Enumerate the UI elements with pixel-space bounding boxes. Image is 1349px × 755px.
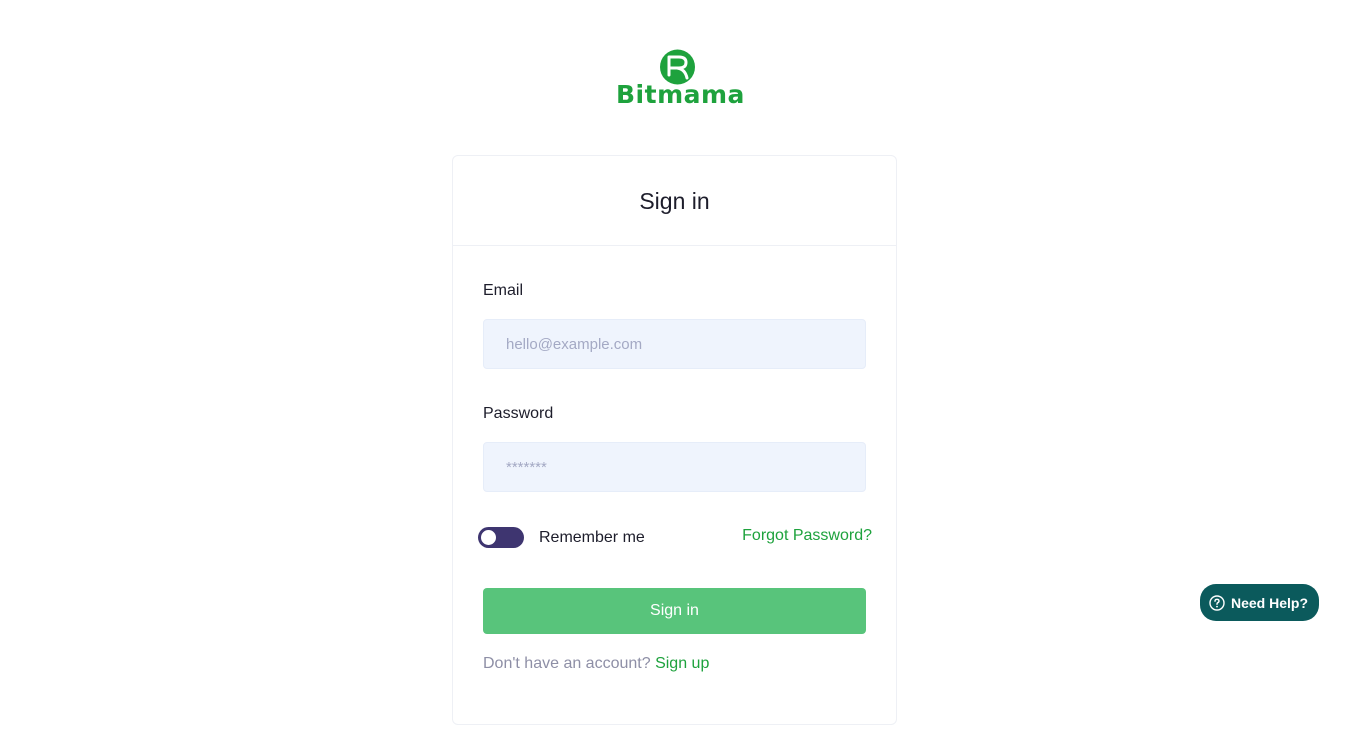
page-title: Sign in [639, 187, 710, 214]
signin-card: Sign in Email Password Remember me Forgo… [452, 155, 897, 725]
no-account-text: Don't have an account? [483, 655, 651, 672]
remember-me-label: Remember me [539, 529, 645, 546]
need-help-label: Need Help? [1231, 594, 1309, 611]
forgot-password-link[interactable]: Forgot Password? [742, 527, 872, 545]
email-field[interactable] [483, 319, 866, 369]
need-help-button[interactable]: Need Help? [1200, 584, 1319, 621]
password-label: Password [483, 405, 554, 422]
brand-name: Bitmama [616, 80, 745, 109]
signup-prompt: Don't have an account? Sign up [483, 655, 709, 673]
sign-up-link[interactable]: Sign up [655, 655, 709, 672]
card-header: Sign in [453, 156, 896, 246]
brand-logo: Bitmama [610, 46, 744, 112]
question-circle-icon [1209, 594, 1225, 611]
toggle-knob [481, 530, 496, 545]
sign-in-button[interactable]: Sign in [483, 588, 866, 634]
email-label: Email [483, 282, 524, 299]
remember-me-toggle[interactable] [478, 527, 524, 548]
password-field[interactable] [483, 442, 866, 492]
